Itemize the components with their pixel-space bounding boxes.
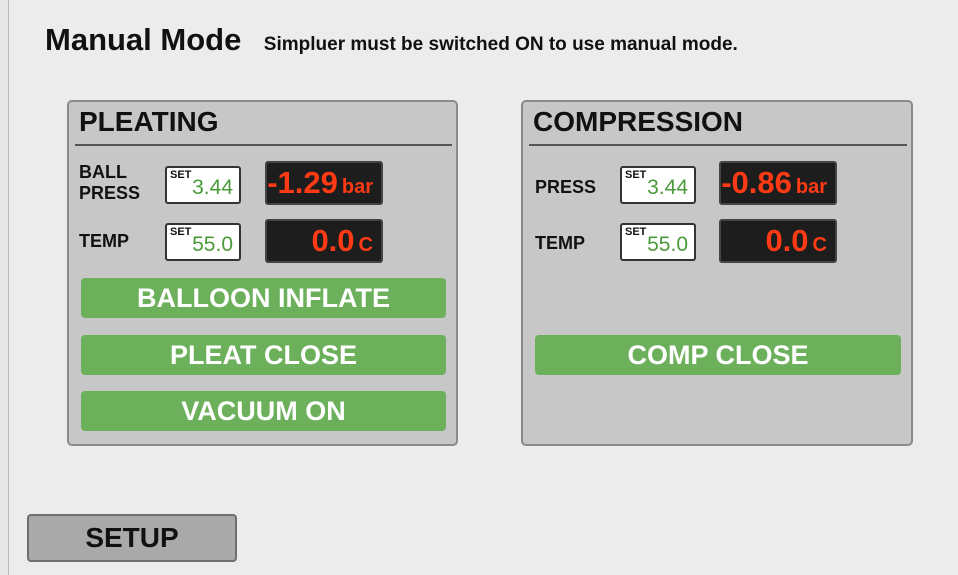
- hmi-screen: Manual Mode Simpluer must be switched ON…: [8, 0, 958, 575]
- compression-press-unit: bar: [795, 176, 827, 198]
- compression-press-setpoint[interactable]: SET 3.44: [620, 166, 696, 204]
- ball-press-unit: bar: [341, 176, 373, 198]
- compression-divider: [529, 144, 907, 146]
- set-tag: SET: [625, 169, 647, 181]
- pleating-temp-label: TEMP: [79, 231, 130, 251]
- pleating-temp-readout: 0.0 C: [265, 219, 383, 263]
- compression-temp-setpoint[interactable]: SET 55.0: [620, 223, 696, 261]
- set-tag: SET: [170, 226, 192, 238]
- ball-press-set-value: 3.44: [192, 176, 233, 199]
- compression-temp-reading: 0.0: [765, 223, 809, 258]
- compression-title: COMPRESSION: [533, 106, 744, 137]
- ball-press-label: BALL PRESS: [79, 162, 141, 203]
- ball-press-setpoint[interactable]: SET 3.44: [165, 166, 241, 204]
- compression-press-set-value: 3.44: [647, 176, 688, 199]
- page-subtitle: Simpluer must be switched ON to use manu…: [263, 34, 738, 55]
- pleating-temp-reading: 0.0: [311, 223, 355, 258]
- pleating-temp-unit: C: [358, 234, 373, 256]
- compression-temp-readout: 0.0 C: [719, 219, 837, 263]
- vacuum-on-button[interactable]: VACUUM ON: [81, 391, 446, 431]
- set-tag: SET: [170, 169, 192, 181]
- ball-press-readout: -1.29 bar: [265, 161, 383, 205]
- pleat-close-button[interactable]: PLEAT CLOSE: [81, 335, 446, 375]
- header: Manual Mode Simpluer must be switched ON…: [45, 22, 738, 58]
- balloon-inflate-button[interactable]: BALLOON INFLATE: [81, 278, 446, 318]
- pleating-temp-set-value: 55.0: [192, 233, 233, 256]
- compression-panel: COMPRESSION PRESS SET 3.44 -0.86 bar TEMP…: [521, 100, 913, 446]
- compression-press-readout: -0.86 bar: [719, 161, 837, 205]
- set-tag: SET: [625, 226, 647, 238]
- setup-button[interactable]: SETUP: [27, 514, 237, 562]
- page-title: Manual Mode: [45, 22, 242, 57]
- compression-temp-label: TEMP: [535, 233, 586, 253]
- compression-press-reading: -0.86: [721, 165, 792, 200]
- compression-press-label: PRESS: [535, 177, 597, 197]
- pleating-title: PLEATING: [79, 106, 219, 137]
- pleating-temp-setpoint[interactable]: SET 55.0: [165, 223, 241, 261]
- compression-temp-set-value: 55.0: [647, 233, 688, 256]
- comp-close-button[interactable]: COMP CLOSE: [535, 335, 901, 375]
- pleating-panel: PLEATING BALL PRESS SET 3.44 -1.29 bar TE…: [67, 100, 458, 446]
- pleating-divider: [75, 144, 452, 146]
- compression-temp-unit: C: [812, 234, 827, 256]
- ball-press-reading: -1.29: [267, 165, 338, 200]
